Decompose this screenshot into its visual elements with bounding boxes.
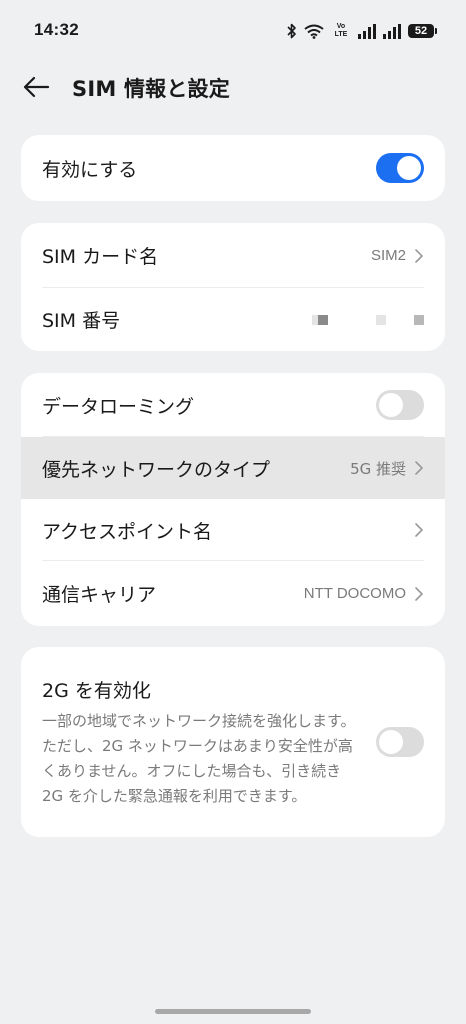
sim-card-name-value: SIM2 bbox=[370, 247, 406, 264]
carrier-value: NTT DOCOMO bbox=[303, 585, 406, 602]
sim-number-masked bbox=[312, 314, 424, 325]
carrier-label: 通信キャリア bbox=[42, 584, 157, 606]
sim-info-card: SIM カード名 SIM2 SIM 番号 bbox=[21, 223, 445, 351]
enable-sim-label: 有効にする bbox=[42, 158, 138, 181]
chevron-right-icon bbox=[415, 586, 423, 601]
sim-number-label: SIM 番号 bbox=[42, 310, 121, 332]
enable-2g-description: 一部の地域でネットワーク接続を強化します。ただし、2G ネットワークはあまり安全… bbox=[42, 711, 356, 805]
chevron-right-icon bbox=[415, 248, 423, 263]
volte-icon: Vo LTE bbox=[334, 23, 348, 38]
access-point-label: アクセスポイント名 bbox=[42, 520, 213, 543]
bluetooth-icon bbox=[287, 23, 296, 39]
toggle-knob bbox=[379, 730, 403, 754]
enable-sim-toggle[interactable] bbox=[376, 153, 424, 183]
status-time: 14:32 bbox=[34, 20, 79, 39]
enable-2g-card[interactable]: 2G を有効化 一部の地域でネットワーク接続を強化します。ただし、2G ネットワ… bbox=[21, 647, 445, 837]
toggle-knob bbox=[397, 156, 421, 180]
enable-2g-title: 2G を有効化 bbox=[42, 679, 151, 702]
signal-icon-sim2 bbox=[383, 23, 401, 39]
data-roaming-label: データローミング bbox=[42, 395, 195, 418]
data-roaming-toggle[interactable] bbox=[376, 390, 424, 420]
enable-sim-row[interactable]: 有効にする bbox=[21, 135, 445, 201]
preferred-network-row[interactable]: 優先ネットワークのタイプ 5G 推奨 bbox=[21, 437, 445, 499]
preferred-network-label: 優先ネットワークのタイプ bbox=[42, 458, 271, 481]
battery-icon: 52 bbox=[408, 24, 437, 38]
status-icons: Vo LTE 52 bbox=[287, 20, 437, 42]
toggle-knob bbox=[379, 393, 403, 417]
chevron-right-icon bbox=[415, 461, 423, 475]
sim-card-name-label: SIM カード名 bbox=[42, 246, 159, 268]
header: SIM 情報と設定 bbox=[0, 62, 466, 112]
wifi-icon bbox=[304, 24, 324, 39]
sim-number-row: SIM 番号 bbox=[21, 288, 445, 351]
carrier-row[interactable]: 通信キャリア NTT DOCOMO bbox=[21, 561, 445, 626]
preferred-network-value: 5G 推奨 bbox=[350, 459, 406, 478]
status-bar: 14:32 Vo LTE 52 bbox=[0, 0, 466, 60]
enable-2g-texts: 2G を有効化 一部の地域でネットワーク接続を強化します。ただし、2G ネットワ… bbox=[42, 676, 376, 809]
signal-icon-sim1 bbox=[358, 23, 376, 39]
data-roaming-row[interactable]: データローミング bbox=[21, 373, 445, 437]
chevron-right-icon bbox=[415, 523, 423, 537]
gesture-nav-handle[interactable] bbox=[155, 1009, 311, 1014]
back-button[interactable] bbox=[16, 67, 56, 107]
network-card: データローミング 優先ネットワークのタイプ 5G 推奨 アクセスポイント名 通信… bbox=[21, 373, 445, 626]
sim-card-name-row[interactable]: SIM カード名 SIM2 bbox=[21, 223, 445, 288]
page-title: SIM 情報と設定 bbox=[72, 77, 230, 101]
access-point-row[interactable]: アクセスポイント名 bbox=[21, 499, 445, 561]
enable-sim-card: 有効にする bbox=[21, 135, 445, 201]
enable-2g-toggle[interactable] bbox=[376, 727, 424, 757]
back-arrow-icon bbox=[23, 76, 50, 98]
